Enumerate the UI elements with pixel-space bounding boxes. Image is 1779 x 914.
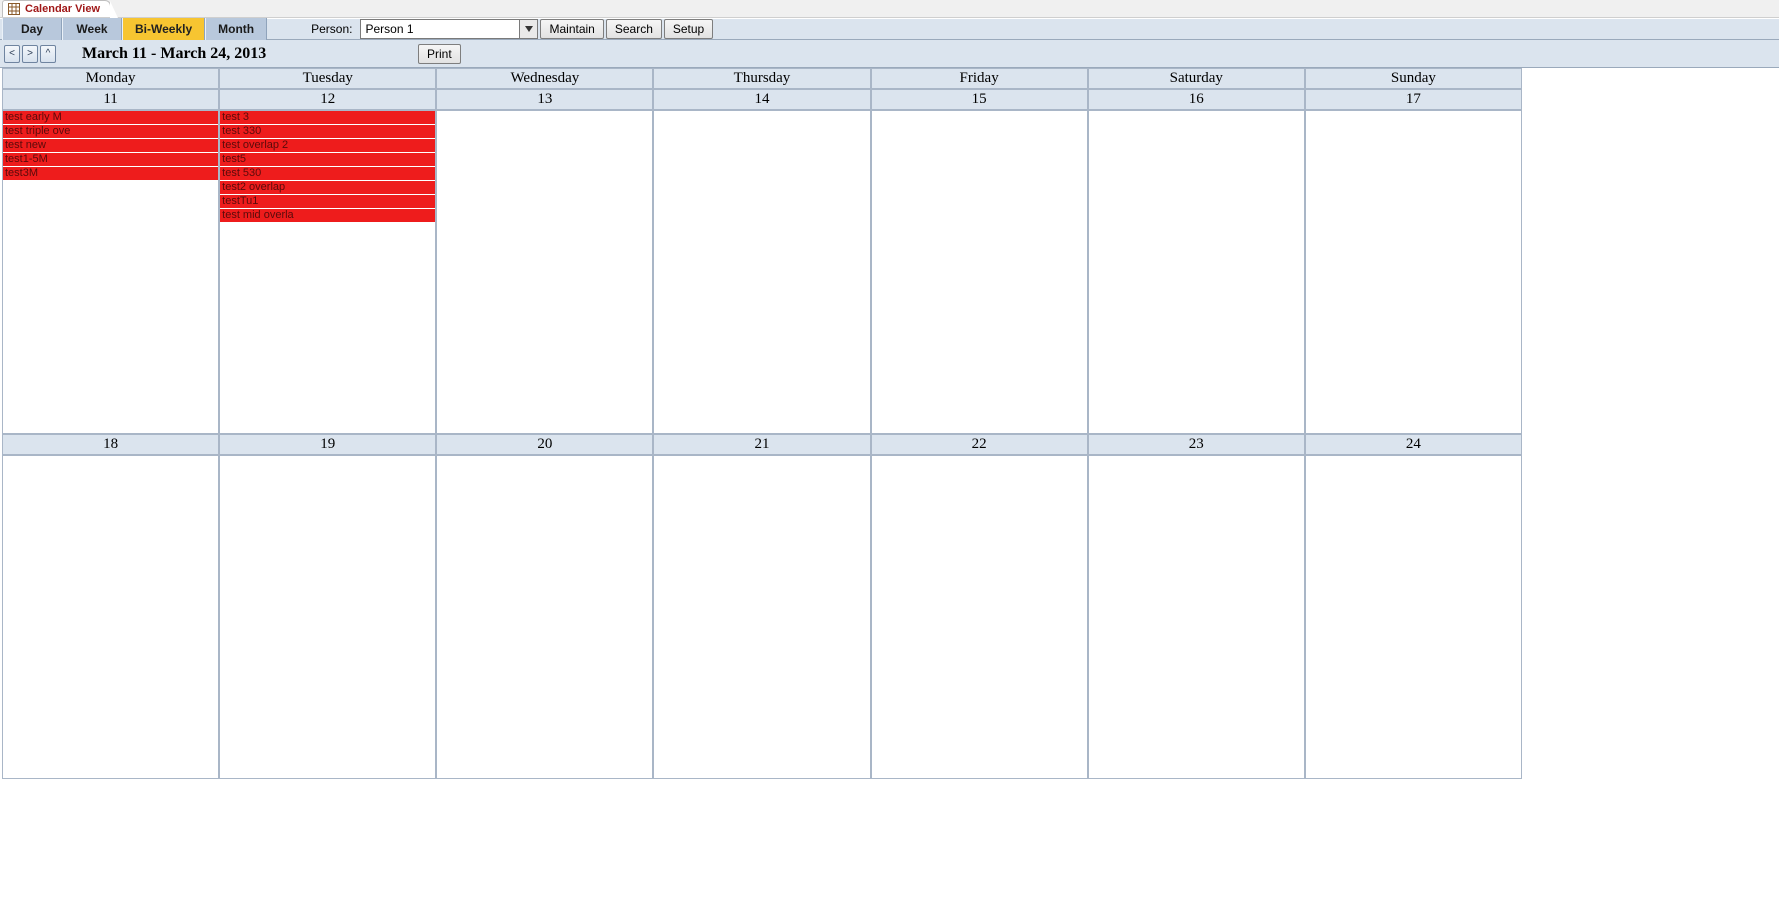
day-cell[interactable] [653,455,870,779]
person-value: Person 1 [365,22,413,36]
event-item[interactable]: test overlap 2 [220,139,435,153]
day-cell[interactable] [1305,110,1522,434]
date-number-cell[interactable]: 23 [1088,434,1305,455]
date-number-cell[interactable]: 14 [653,89,870,110]
date-number-cell[interactable]: 19 [219,434,436,455]
maintain-button[interactable]: Maintain [540,19,603,39]
event-item[interactable]: test new [3,139,218,153]
day-cell[interactable] [219,455,436,779]
search-button[interactable]: Search [606,19,662,39]
tab-wedge [110,1,118,18]
event-item[interactable]: test 3 [220,111,435,125]
print-button[interactable]: Print [418,44,461,64]
event-item[interactable]: test2 overlap [220,181,435,195]
date-number-cell[interactable]: 11 [2,89,219,110]
weekday-header-cell: Monday [2,68,219,89]
view-week[interactable]: Week [62,18,122,40]
date-number-cell[interactable]: 24 [1305,434,1522,455]
day-cell[interactable] [2,455,219,779]
event-item[interactable]: test triple ove [3,125,218,139]
day-cell[interactable] [1088,110,1305,434]
table-icon [7,2,21,16]
week-cells: test early Mtest triple ovetest newtest1… [2,110,1522,434]
day-cell[interactable] [1088,455,1305,779]
event-item[interactable]: test 330 [220,125,435,139]
weekday-header: MondayTuesdayWednesdayThursdayFridaySatu… [2,68,1522,89]
person-label: Person: [307,22,360,36]
tab-label: Calendar View [25,3,100,15]
weekday-header-cell: Wednesday [436,68,653,89]
view-bi-weekly[interactable]: Bi-Weekly [122,18,205,40]
day-cell[interactable] [871,110,1088,434]
setup-button[interactable]: Setup [664,19,713,39]
calendar: MondayTuesdayWednesdayThursdayFridaySatu… [2,68,1522,779]
date-number-cell[interactable]: 12 [219,89,436,110]
day-cell[interactable] [436,110,653,434]
weekday-header-cell: Thursday [653,68,870,89]
day-cell[interactable] [436,455,653,779]
date-number-cell[interactable]: 22 [871,434,1088,455]
weekday-header-cell: Tuesday [219,68,436,89]
up-button[interactable]: ^ [40,45,56,63]
weekday-header-cell: Friday [871,68,1088,89]
view-month[interactable]: Month [205,18,267,40]
prev-button[interactable]: < [4,45,20,63]
weeks-container: 11121314151617test early Mtest triple ov… [2,89,1522,779]
tabstrip: Calendar View [0,0,1779,18]
event-item[interactable]: testTu1 [220,195,435,209]
date-row: < > ^ March 11 - March 24, 2013 Print [0,40,1779,68]
day-cell[interactable]: test 3test 330test overlap 2test5test 53… [219,110,436,434]
date-number-cell[interactable]: 13 [436,89,653,110]
day-cell[interactable] [871,455,1088,779]
event-item[interactable]: test mid overla [220,209,435,223]
date-number-row: 18192021222324 [2,434,1522,455]
day-cell[interactable]: test early Mtest triple ovetest newtest1… [2,110,219,434]
person-select[interactable]: Person 1 [360,19,538,39]
event-item[interactable]: test early M [3,111,218,125]
date-number-cell[interactable]: 20 [436,434,653,455]
date-number-cell[interactable]: 18 [2,434,219,455]
toolbar: DayWeekBi-WeeklyMonth Person: Person 1 M… [0,18,1779,40]
event-item[interactable]: test3M [3,167,218,181]
tab-calendar-view[interactable]: Calendar View [2,0,111,17]
date-range: March 11 - March 24, 2013 [58,45,266,63]
date-number-cell[interactable]: 15 [871,89,1088,110]
next-button[interactable]: > [22,45,38,63]
date-number-cell[interactable]: 16 [1088,89,1305,110]
event-item[interactable]: test 530 [220,167,435,181]
view-switcher: DayWeekBi-WeeklyMonth [2,18,267,40]
dropdown-icon[interactable] [519,20,537,38]
date-number-row: 11121314151617 [2,89,1522,110]
weekday-header-cell: Saturday [1088,68,1305,89]
weekday-header-cell: Sunday [1305,68,1522,89]
view-day[interactable]: Day [2,18,62,40]
week-cells [2,455,1522,779]
event-item[interactable]: test5 [220,153,435,167]
event-item[interactable]: test1-5M [3,153,218,167]
day-cell[interactable] [1305,455,1522,779]
day-cell[interactable] [653,110,870,434]
date-number-cell[interactable]: 17 [1305,89,1522,110]
date-number-cell[interactable]: 21 [653,434,870,455]
